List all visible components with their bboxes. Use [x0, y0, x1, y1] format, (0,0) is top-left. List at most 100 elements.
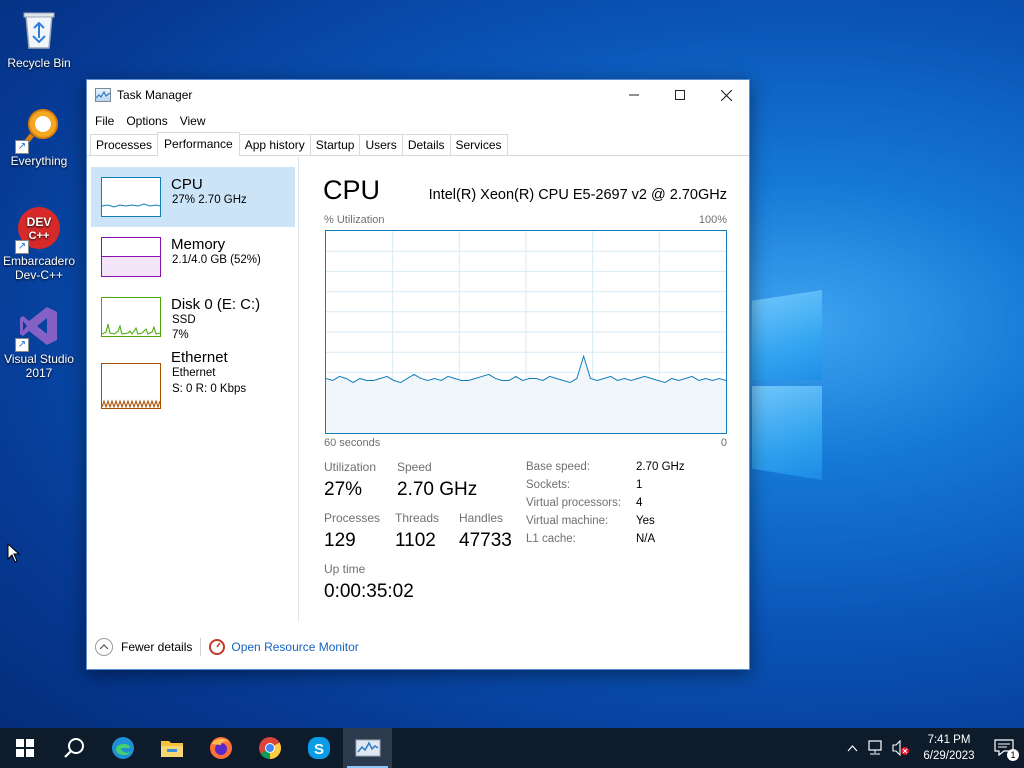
- taskbar-firefox[interactable]: [196, 728, 245, 768]
- uptime-value: 0:00:35:02: [324, 581, 414, 602]
- cpu-model: Intel(R) Xeon(R) CPU E5-2697 v2 @ 2.70GH…: [428, 187, 727, 203]
- base-speed-value: 2.70 GHz: [636, 461, 685, 473]
- taskbar-edge[interactable]: [98, 728, 147, 768]
- svg-text:C++: C++: [29, 230, 50, 242]
- tab-app-history[interactable]: App history: [238, 134, 311, 155]
- tab-services[interactable]: Services: [449, 134, 508, 155]
- resource-detail: SSD: [172, 314, 196, 326]
- shortcut-arrow-icon: ↗: [15, 240, 29, 254]
- desktop-icon-devcpp[interactable]: DEV C++ ↗ Embarcadero Dev-C++: [1, 206, 77, 282]
- resource-monitor-icon: [209, 639, 226, 655]
- action-center-button[interactable]: 1: [984, 739, 1024, 761]
- firefox-icon: [209, 737, 232, 759]
- resource-detail: 27% 2.70 GHz: [172, 194, 247, 206]
- cpu-mini-graph: [101, 177, 161, 217]
- handles-value: 47733: [459, 530, 512, 551]
- memory-mini-graph: [101, 237, 161, 277]
- processes-value: 129: [324, 530, 356, 551]
- tab-bar: Processes Performance App history Startu…: [87, 132, 749, 156]
- tab-processes[interactable]: Processes: [90, 134, 159, 155]
- l1-cache-label: L1 cache:: [526, 533, 576, 545]
- menu-options[interactable]: Options: [124, 114, 173, 128]
- close-icon: [720, 89, 732, 101]
- desktop-icon-everything[interactable]: ↗ Everything: [1, 106, 77, 168]
- resource-name: CPU: [171, 176, 203, 193]
- utilization-value: 27%: [324, 479, 363, 500]
- processes-label: Processes: [324, 511, 381, 525]
- sockets-value: 1: [636, 479, 643, 491]
- search-button[interactable]: [49, 728, 98, 768]
- shortcut-arrow-icon: ↗: [15, 140, 29, 154]
- clock[interactable]: 7:41 PM 6/29/2023: [914, 732, 984, 764]
- desktop-icon-label: Visual Studio 2017: [4, 352, 74, 380]
- volume-muted-icon: [892, 740, 909, 756]
- everything-search-icon: ↗: [15, 106, 61, 154]
- chevron-up-icon: [847, 744, 857, 751]
- speed-value: 2.70 GHz: [397, 479, 478, 500]
- windows-wallpaper-logo: [752, 290, 822, 480]
- resource-detail: Ethernet: [172, 367, 216, 379]
- taskbar-skype[interactable]: S: [294, 728, 343, 768]
- minimize-icon: [629, 94, 639, 96]
- start-button[interactable]: [0, 728, 49, 768]
- menu-file[interactable]: File: [93, 114, 120, 128]
- devcpp-icon: DEV C++ ↗: [15, 206, 61, 254]
- sockets-label: Sockets:: [526, 479, 571, 491]
- desktop-icon-recycle-bin[interactable]: Recycle Bin: [1, 8, 77, 70]
- resource-detail: 2.1/4.0 GB (52%): [172, 254, 261, 266]
- taskbar-file-explorer[interactable]: [147, 728, 196, 768]
- utilization-label: Utilization: [324, 460, 377, 474]
- taskbar-task-manager[interactable]: [343, 728, 392, 768]
- open-resource-monitor-link[interactable]: Open Resource Monitor: [231, 640, 358, 654]
- network-button[interactable]: [864, 740, 888, 756]
- file-explorer-icon: [160, 741, 183, 757]
- volume-button[interactable]: [888, 740, 914, 756]
- threads-value: 1102: [395, 530, 436, 551]
- clock-date: 6/29/2023: [923, 750, 975, 762]
- mouse-cursor-icon: [7, 543, 21, 563]
- task-manager-icon: [355, 739, 380, 757]
- window-title: Task Manager: [117, 88, 193, 102]
- base-speed-label: Base speed:: [526, 461, 590, 473]
- menu-view[interactable]: View: [178, 114, 212, 128]
- chevron-up-icon[interactable]: [95, 638, 113, 656]
- minimize-button[interactable]: [611, 80, 657, 110]
- desktop-icon-visual-studio[interactable]: ↗ Visual Studio 2017: [1, 304, 77, 380]
- fewer-details-button[interactable]: Fewer details: [121, 640, 192, 654]
- resource-item-disk[interactable]: Disk 0 (E: C:) SSD 7%: [91, 287, 295, 347]
- start-icon: [15, 739, 34, 757]
- clock-time: 7:41 PM: [927, 734, 971, 746]
- resource-item-ethernet[interactable]: Ethernet Ethernet S: 0 R: 0 Kbps: [91, 349, 295, 413]
- footer-bar: Fewer details Open Resource Monitor: [87, 632, 749, 662]
- virtual-machine-value: Yes: [636, 515, 655, 527]
- taskbar-chrome[interactable]: [245, 728, 294, 768]
- title-bar[interactable]: Task Manager: [87, 80, 749, 110]
- close-button[interactable]: [703, 80, 749, 110]
- skype-icon: S: [307, 737, 330, 759]
- disk-mini-graph: [101, 297, 161, 337]
- speed-label: Speed: [397, 460, 432, 474]
- tab-details[interactable]: Details: [401, 134, 451, 155]
- tab-startup[interactable]: Startup: [309, 134, 361, 155]
- network-icon: [868, 740, 882, 755]
- resource-item-memory[interactable]: Memory 2.1/4.0 GB (52%): [91, 227, 295, 287]
- virtual-processors-value: 4: [636, 497, 643, 509]
- recycle-bin-icon: [17, 8, 61, 52]
- tab-performance[interactable]: Performance: [157, 132, 240, 156]
- graph-y-label: % Utilization: [324, 214, 385, 226]
- maximize-button[interactable]: [657, 80, 703, 110]
- virtual-machine-label: Virtual machine:: [526, 515, 609, 527]
- visual-studio-icon: ↗: [15, 304, 61, 352]
- resource-list: CPU 27% 2.70 GHz Memory 2.1/4.0 GB (52%)…: [87, 157, 299, 622]
- desktop-icon-label: Recycle Bin: [7, 56, 71, 70]
- threads-label: Threads: [395, 511, 440, 525]
- tab-users[interactable]: Users: [359, 134, 403, 155]
- resource-name: Ethernet: [171, 349, 228, 366]
- resource-name: Memory: [171, 236, 226, 253]
- footer-divider: [200, 638, 202, 656]
- l1-cache-value: N/A: [636, 533, 656, 545]
- show-hidden-icons-button[interactable]: [840, 744, 864, 752]
- uptime-label: Up time: [324, 562, 366, 576]
- resource-item-cpu[interactable]: CPU 27% 2.70 GHz: [91, 167, 295, 227]
- chrome-icon: [258, 737, 281, 759]
